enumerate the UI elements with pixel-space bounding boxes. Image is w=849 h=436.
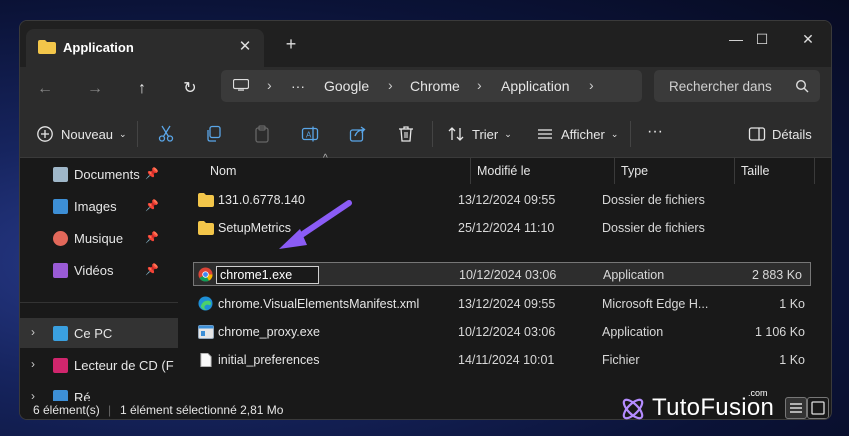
watermark-suffix: .com (748, 388, 768, 398)
tutofusion-logo-icon (622, 398, 644, 420)
watermark-text: TutoFusion (652, 394, 775, 421)
watermark-logo: TutoFusion .com (618, 388, 788, 428)
annotation-arrow (279, 200, 352, 249)
